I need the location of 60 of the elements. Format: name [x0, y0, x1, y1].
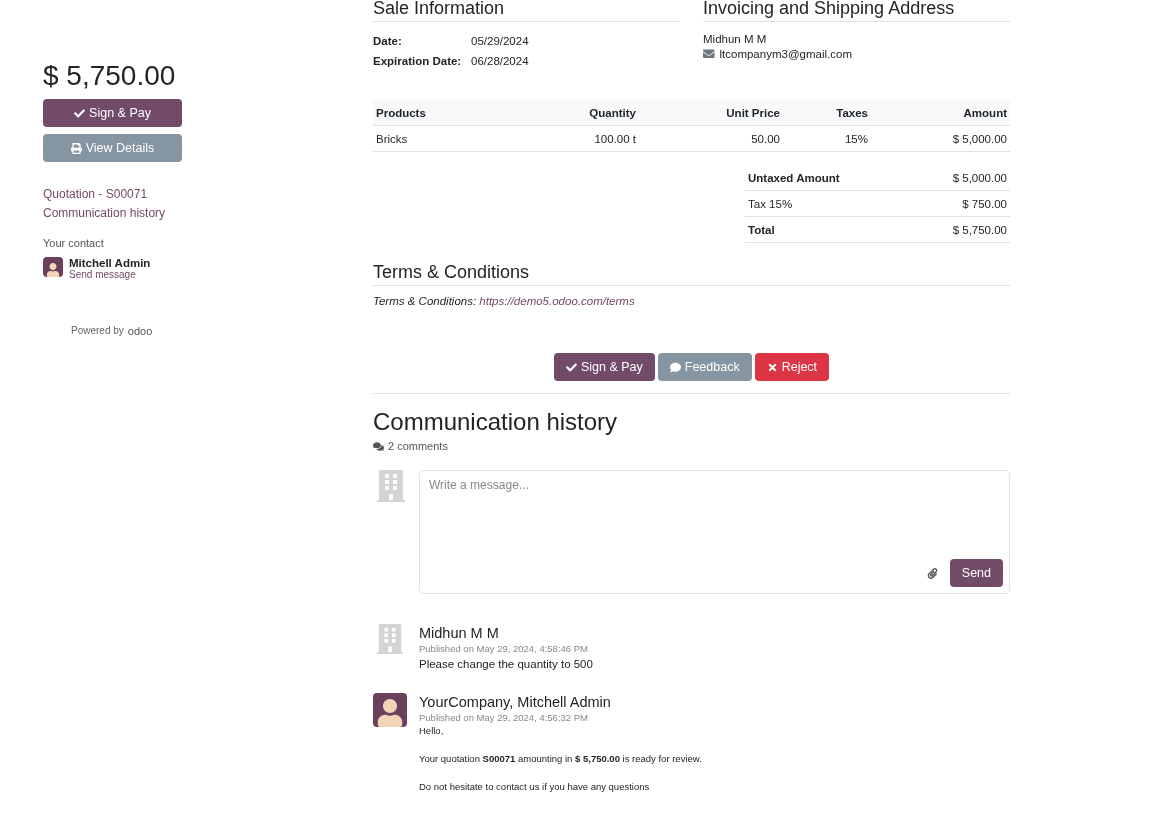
check-icon — [74, 107, 86, 119]
message-date: Published on May 29, 2024, 4:58:46 PM — [419, 642, 589, 655]
terms-text: Terms & Conditions: https://demo5.odoo.com/terms — [373, 294, 636, 309]
powered-by-text: Powered by — [71, 325, 124, 337]
brand-logo: odoo — [127, 325, 153, 337]
message-text: Please change the quantity to 500 — [419, 657, 593, 672]
column-header: Unit Price — [725, 106, 780, 119]
total-value: $ 5,000.00 — [952, 171, 1007, 184]
sidebar-link[interactable]: Quotation - S00071 — [43, 185, 182, 204]
total-value: $ 5,750.00 — [952, 223, 1007, 236]
table-cell-text: $ 5,000.00 — [951, 132, 1007, 145]
section-heading: Terms & Conditions — [373, 262, 1010, 286]
sidebar-link[interactable]: Communication history — [43, 204, 182, 223]
column-header: Products — [376, 106, 427, 119]
total-label: Untaxed Amount — [748, 171, 840, 184]
message-author: YourCompany, Mitchell Admin — [419, 693, 612, 711]
terms-link[interactable]: https://demo5.odoo.com/terms — [479, 295, 635, 307]
column-header: Taxes — [835, 106, 868, 119]
field-value: 05/29/2024 — [471, 34, 530, 49]
table-cell-text: 50.00 — [750, 132, 780, 145]
customer-name: Midhun M M — [703, 32, 768, 47]
sign-pay-button[interactable]: Sign & Pay — [553, 353, 655, 381]
section-heading: Invoicing and Shipping Address — [703, 0, 1010, 22]
message-author: Midhun M M — [419, 624, 500, 642]
column-header: Quantity — [588, 106, 636, 119]
field-value: 06/28/2024 — [471, 54, 530, 69]
printer-icon — [70, 142, 82, 154]
paperclip-icon[interactable] — [926, 567, 938, 579]
total-price: $ 5,750.00 — [43, 59, 177, 93]
reject-button[interactable]: Reject — [754, 353, 830, 381]
sign-pay-button[interactable]: Sign & Pay — [43, 99, 182, 127]
total-label: Tax 15% — [748, 197, 793, 210]
field-label: Expiration Date: — [373, 54, 463, 69]
table-cell-text: 15% — [843, 132, 868, 145]
message-text: Your quotation S00071 amounting in $ 5,750.00 is ready for review. — [419, 752, 702, 766]
send-message-link[interactable]: Send message — [69, 269, 151, 281]
message-box[interactable]: Write a message... Send — [419, 470, 1010, 594]
total-value: $ 750.00 — [962, 197, 1007, 210]
field-label: Date: — [373, 34, 403, 49]
avatar — [43, 257, 63, 277]
envelope-icon — [703, 48, 715, 60]
message-text: Hello, — [419, 724, 445, 738]
contact-label: Your contact — [43, 237, 105, 249]
email-text: ltcompanym3@gmail.com — [719, 48, 852, 60]
check-icon — [565, 361, 577, 373]
comments-icon — [373, 440, 384, 452]
send-button[interactable]: Send — [949, 559, 1003, 587]
table-cell-text: Bricks — [376, 132, 409, 145]
section-title: Communication history — [373, 407, 619, 437]
section-heading: Sale Information — [373, 0, 680, 22]
speech-bubble-icon — [669, 361, 681, 373]
table-cell-text: 100.00 t — [593, 132, 636, 145]
comment-count: 2 comments — [388, 440, 448, 452]
total-label: Total — [748, 223, 775, 236]
column-header: Amount — [962, 106, 1007, 119]
cross-icon — [766, 361, 778, 373]
message-date: Published on May 29, 2024, 4:56:32 PM — [419, 711, 589, 724]
message-text: Do not hesitate to contact us if you have any questions — [419, 780, 651, 794]
contact-name: Mitchell Admin — [69, 257, 151, 269]
avatar — [373, 693, 407, 727]
